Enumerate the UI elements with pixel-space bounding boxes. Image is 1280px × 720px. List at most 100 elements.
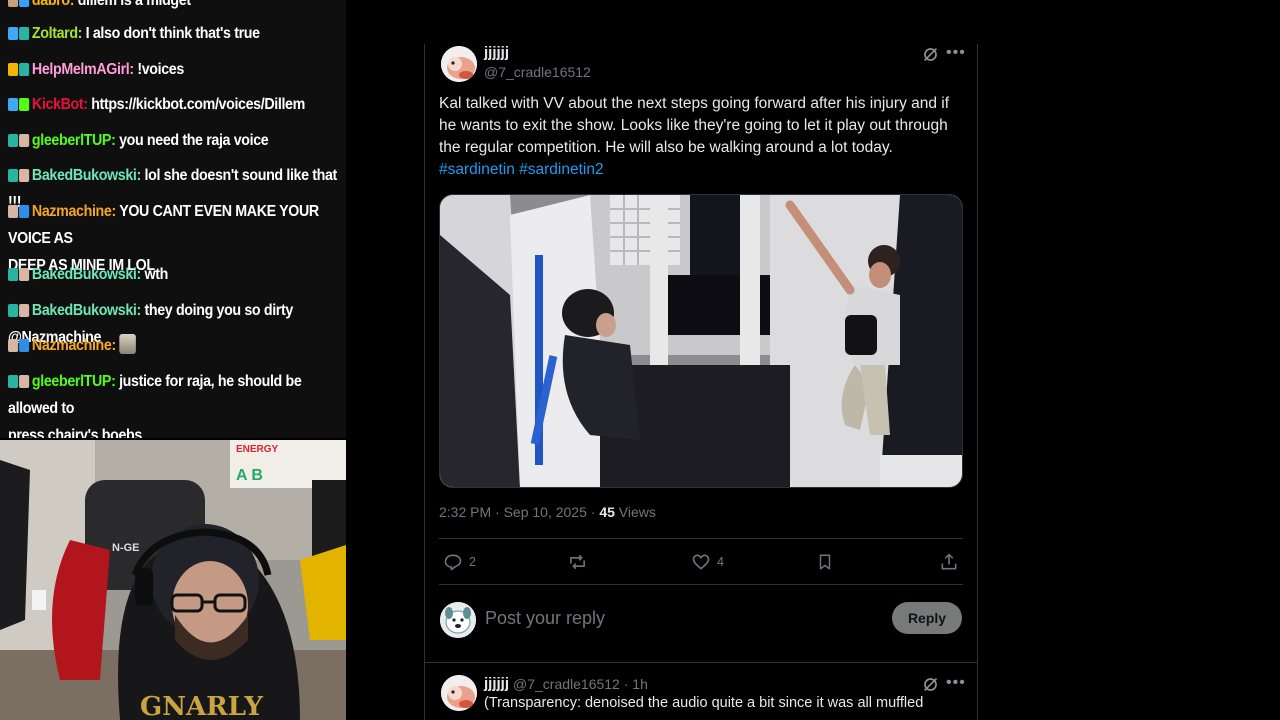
dog-emote-icon	[119, 334, 137, 354]
chat-badges	[8, 20, 30, 47]
chat-username[interactable]: BakedBukowski:	[32, 167, 141, 184]
diamond-badge-icon	[19, 339, 30, 353]
grok-icon[interactable]	[922, 46, 939, 68]
chat-message: HelpMelmAGirl: !voices	[8, 56, 339, 83]
bits-badge-icon	[8, 169, 19, 183]
chat-message: Zoltard: I also don't think that's true	[8, 20, 339, 47]
repost-icon	[570, 554, 585, 570]
reply-author-name[interactable]: jjjjjj	[484, 675, 509, 692]
reply-input[interactable]: Post your reply	[485, 608, 605, 629]
post-column: jjjjjj @7_cradle16512 ••• Kal talked wit…	[424, 44, 978, 720]
chat-text: you need the raja voice	[119, 132, 269, 149]
chat-username[interactable]: HelpMelmAGirl:	[32, 61, 134, 78]
chat-badges	[8, 261, 30, 288]
cat-avatar-icon	[441, 46, 477, 82]
chat-panel: dabro: dillem is a midget Zoltard: I als…	[0, 0, 346, 438]
chat-text: !voices	[137, 61, 184, 78]
chat-text: dillem is a midget	[77, 0, 191, 9]
tweet-text: Kal talked with VV about the next steps …	[439, 93, 969, 181]
chat-username[interactable]: Zoltard:	[32, 25, 83, 42]
my-avatar[interactable]	[440, 602, 476, 638]
chat-username[interactable]: gleeberlTUP:	[32, 373, 116, 390]
svg-text:ENERGY: ENERGY	[236, 444, 279, 455]
bits-badge-icon	[19, 63, 30, 77]
dog-avatar-icon	[440, 602, 476, 638]
more-options-icon[interactable]: •••	[946, 674, 966, 692]
reply-text: (Transparency: denoised the audio quite …	[484, 695, 924, 711]
chat-badges	[8, 127, 30, 154]
reply-author-handle[interactable]: @7_cradle16512 · 1h	[513, 676, 648, 692]
reply-icon	[444, 554, 462, 571]
chat-username[interactable]: gleeberlTUP:	[32, 132, 116, 149]
tweet-body: Kal talked with VV about the next steps …	[439, 95, 950, 156]
chat-badges	[8, 91, 30, 118]
divider	[439, 538, 963, 539]
views-label: Views	[614, 504, 656, 520]
webcam-feed: ENERGY A B N-GE GNARLY	[0, 440, 346, 720]
share-action[interactable]	[939, 552, 959, 572]
author-handle[interactable]: @7_cradle16512	[484, 64, 591, 80]
chat-message: Nazmachine:	[8, 332, 339, 359]
bookmark-action[interactable]	[816, 552, 834, 572]
diamond-badge-icon	[19, 205, 30, 219]
chat-message: dabro: dillem is a midget	[8, 0, 339, 14]
gift-badge-icon	[19, 304, 30, 318]
svg-text:A B: A B	[236, 467, 263, 484]
chat-badges	[8, 332, 30, 359]
chat-badges	[8, 56, 30, 83]
chat-message: gleeberlTUP: you need the raja voice	[8, 127, 339, 154]
post-time[interactable]: 2:32 PM · Sep 10, 2025 ·	[439, 504, 599, 520]
gift-badge-icon	[19, 268, 30, 282]
chat-username[interactable]: dabro:	[32, 0, 75, 9]
chat-badges	[8, 368, 30, 395]
hashtag-link[interactable]: #sardinetin	[439, 161, 515, 178]
bits-badge-icon	[19, 27, 30, 41]
cat-avatar-icon	[441, 675, 477, 711]
reply-composer: Post your reply Reply	[439, 600, 963, 640]
chat-username[interactable]: KickBot:	[32, 96, 88, 113]
sword-badge-icon	[8, 98, 19, 112]
chat-message: gleeberlTUP: justice for raja, he should…	[8, 368, 339, 438]
chat-username[interactable]: Nazmachine:	[32, 203, 116, 220]
author-avatar[interactable]	[441, 46, 477, 82]
gift-badge-icon	[8, 339, 19, 353]
divider	[439, 584, 963, 585]
bits-badge-icon	[8, 134, 19, 148]
video-thumbnail	[440, 195, 962, 487]
chat-text: I also don't think that's true	[85, 25, 260, 42]
chat-text: press chairy's boebs	[8, 427, 142, 438]
chat-username[interactable]: BakedBukowski:	[32, 302, 141, 319]
reply-action[interactable]: 2	[443, 552, 476, 572]
more-options-icon[interactable]: •••	[946, 44, 966, 62]
chat-username[interactable]: Nazmachine:	[32, 337, 116, 354]
divider	[425, 662, 977, 663]
views-count: 45	[599, 504, 615, 520]
chat-username[interactable]: BakedBukowski:	[32, 266, 141, 283]
tweet-timestamp: 2:32 PM · Sep 10, 2025 · 45 Views	[439, 504, 656, 520]
reply-author-avatar[interactable]	[441, 675, 477, 711]
heart-icon	[692, 554, 710, 570]
gift-badge-icon	[8, 205, 19, 219]
sword-badge-icon	[8, 27, 19, 41]
author-name[interactable]: jjjjjj	[484, 44, 509, 61]
webcam-image: ENERGY A B N-GE GNARLY	[0, 440, 346, 720]
repost-action[interactable]	[567, 552, 594, 572]
like-count: 4	[717, 555, 724, 569]
chat-badges	[8, 198, 30, 225]
tweet-media[interactable]	[439, 194, 963, 488]
like-action[interactable]: 4	[691, 552, 724, 572]
gift-badge-icon	[19, 375, 30, 389]
hashtag-link[interactable]: #sardinetin2	[519, 161, 603, 178]
bits-badge-icon	[8, 304, 19, 318]
svg-text:N-GE: N-GE	[112, 542, 140, 554]
verified-badge-icon	[19, 98, 30, 112]
svg-text:GNARLY: GNARLY	[140, 692, 263, 720]
gift-badge-icon	[19, 169, 30, 183]
chat-message: BakedBukowski: wth	[8, 261, 339, 288]
chat-badges	[8, 162, 30, 189]
chat-badges	[8, 0, 30, 14]
chat-text: https://kickbot.com/voices/Dillem	[91, 96, 305, 113]
reply-button[interactable]: Reply	[892, 602, 962, 634]
bits-badge-icon	[8, 268, 19, 282]
grok-icon[interactable]	[922, 676, 939, 698]
